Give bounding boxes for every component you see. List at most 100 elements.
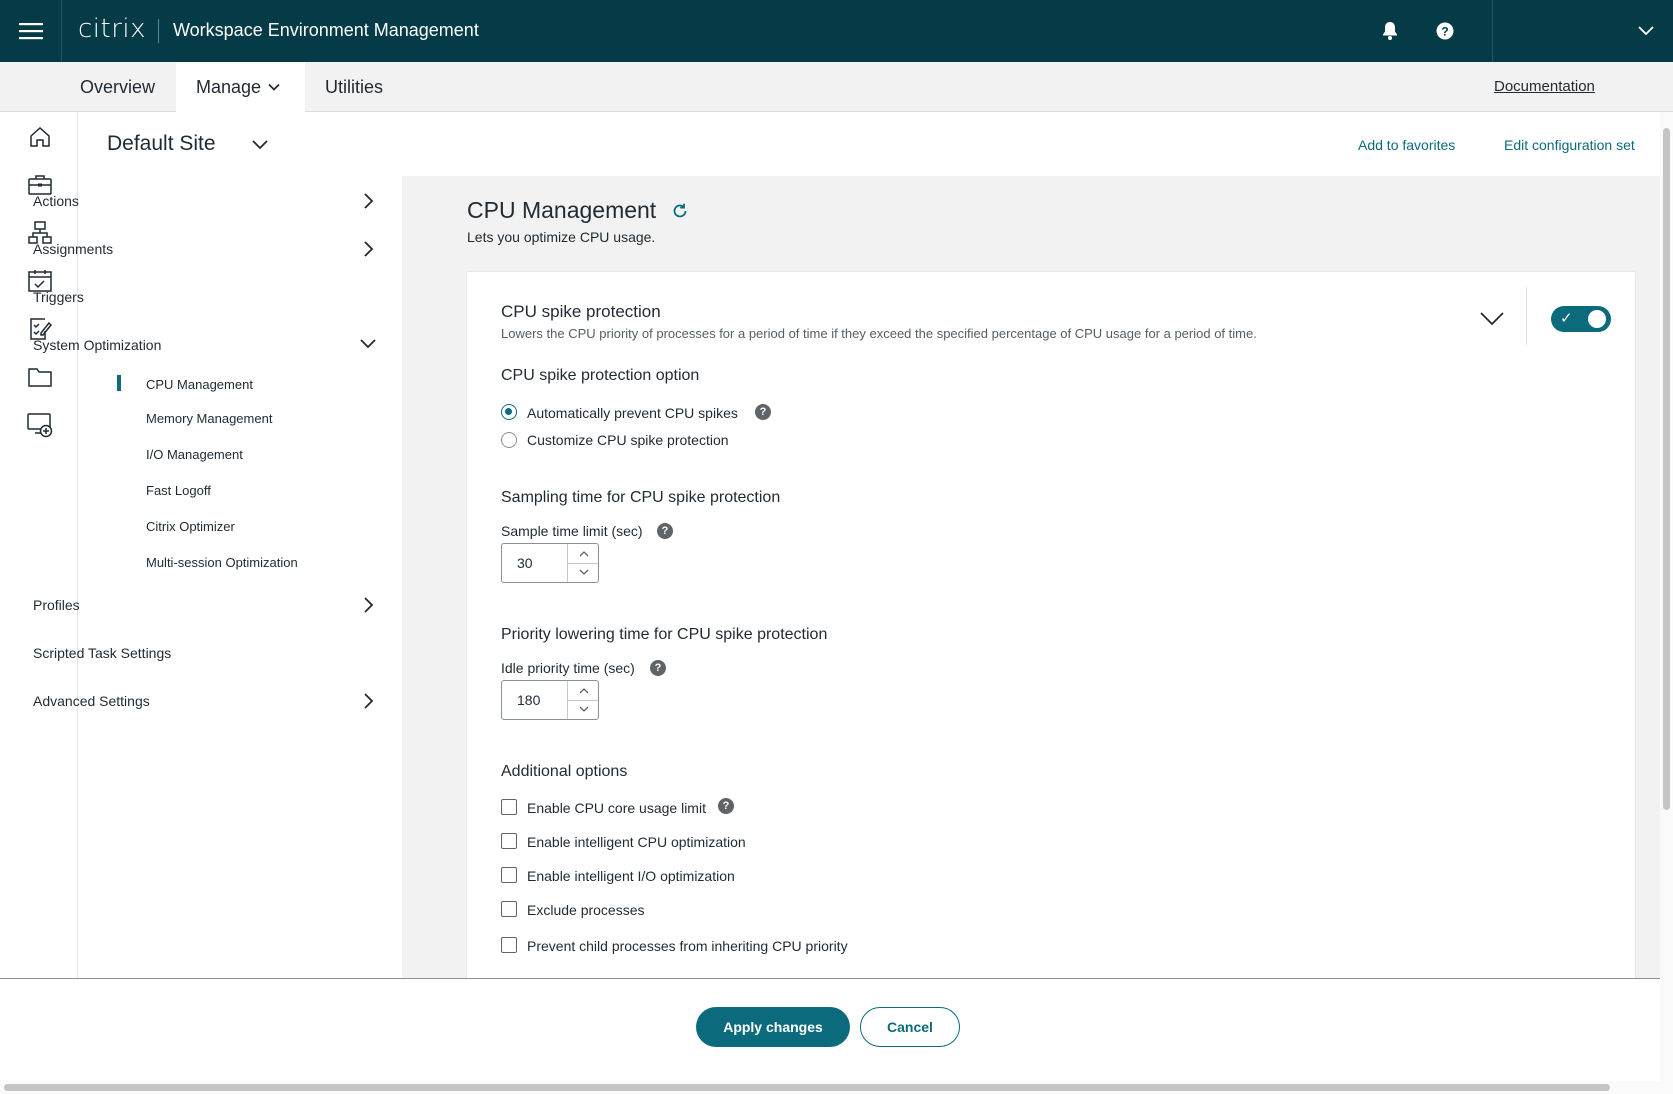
monitor-add-icon (27, 413, 53, 438)
checkbox-label: Enable intelligent I/O optimization (527, 868, 735, 884)
sample-time-input[interactable] (502, 544, 567, 582)
increment-button[interactable] (568, 544, 599, 563)
chevron-down-icon (252, 140, 268, 150)
tab-label: Utilities (325, 77, 384, 97)
sidebar-subitem-fast-logoff[interactable]: Fast Logoff (146, 483, 211, 498)
app-title: Workspace Environment Management (173, 20, 479, 40)
option-heading: CPU spike protection option (501, 367, 700, 384)
rail-add-monitor[interactable] (26, 411, 54, 439)
checkbox-label: Enable intelligent CPU optimization (527, 834, 746, 850)
rail-folder[interactable] (26, 363, 54, 391)
citrix-logo: citrix (78, 14, 147, 44)
card-collapse-button[interactable] (1479, 308, 1505, 330)
svg-text:?: ? (1441, 25, 1448, 39)
radio-customize-label: Customize CPU spike protection (527, 432, 729, 448)
radio-customize[interactable] (501, 432, 517, 448)
add-to-favorites-link[interactable]: Add to favorites (1358, 137, 1455, 153)
brand-divider (158, 19, 159, 43)
chevron-up-icon (579, 551, 588, 557)
checkbox-label: Enable CPU core usage limit (527, 800, 706, 816)
chevron-down-icon (1638, 26, 1654, 36)
apply-changes-button[interactable]: Apply changes (696, 1007, 850, 1047)
priority-heading: Priority lowering time for CPU spike pro… (501, 626, 828, 643)
help-icon[interactable]: ? (650, 660, 666, 676)
scrollbar-thumb[interactable] (1663, 128, 1670, 810)
help-button[interactable]: ? (1434, 20, 1456, 42)
sidebar-item-system-optimization[interactable]: System Optimization (33, 337, 161, 353)
chevron-up-icon (579, 688, 588, 694)
chevron-right-icon[interactable] (358, 239, 378, 259)
notifications-button[interactable] (1379, 20, 1401, 42)
sample-time-stepper (501, 543, 599, 583)
additional-heading: Additional options (501, 763, 628, 780)
checkbox-cpu-core-limit[interactable] (501, 799, 517, 815)
tab-label: Manage (196, 77, 262, 97)
hamburger-icon (18, 23, 43, 40)
sidebar-item-actions[interactable]: Actions (33, 193, 79, 209)
site-selector-button[interactable] (250, 134, 272, 156)
sidebar-item-profiles[interactable]: Profiles (33, 597, 80, 613)
checkbox-label: Exclude processes (527, 902, 645, 918)
idle-priority-input[interactable] (502, 681, 567, 719)
chevron-down-icon (1480, 312, 1504, 326)
help-icon[interactable]: ? (657, 523, 673, 539)
rail-home[interactable] (26, 123, 54, 151)
tab-manage[interactable]: Manage (176, 62, 305, 112)
chevron-right-icon[interactable] (358, 691, 378, 711)
sidebar-item-triggers[interactable]: Triggers (33, 289, 84, 305)
sampling-heading: Sampling time for CPU spike protection (501, 489, 781, 506)
documentation-link[interactable]: Documentation (1494, 78, 1595, 95)
idle-priority-stepper (501, 680, 599, 720)
chevron-right-icon[interactable] (358, 595, 378, 615)
chevron-right-icon[interactable] (358, 191, 378, 211)
sidebar-item-advanced-settings[interactable]: Advanced Settings (33, 693, 150, 709)
sidebar-menu (78, 176, 402, 978)
idle-priority-label: Idle priority time (sec) (501, 660, 635, 676)
radio-auto-prevent[interactable] (501, 404, 517, 420)
page-subtitle: Lets you optimize CPU usage. (467, 229, 656, 245)
increment-button[interactable] (568, 681, 599, 700)
active-indicator (117, 375, 121, 391)
help-icon[interactable]: ? (755, 404, 771, 420)
sidebar-subitem-multi-session-optimization[interactable]: Multi-session Optimization (146, 555, 298, 570)
checkbox-intelligent-cpu[interactable] (501, 833, 517, 849)
chevron-down-icon (268, 83, 280, 91)
tab-label: Overview (80, 77, 156, 97)
vertical-scrollbar[interactable] (1660, 112, 1673, 1094)
tab-utilities[interactable]: Utilities (305, 62, 403, 112)
home-icon (30, 126, 50, 147)
checkbox-intelligent-io[interactable] (501, 867, 517, 883)
sidebar-item-assignments[interactable]: Assignments (33, 241, 113, 257)
chevron-down-icon (579, 706, 588, 712)
checkbox-exclude-processes[interactable] (501, 901, 517, 917)
refresh-button[interactable] (671, 202, 689, 220)
sidebar-subitem-memory-management[interactable]: Memory Management (146, 411, 272, 426)
refresh-icon (673, 203, 687, 218)
folder-icon (28, 368, 52, 387)
user-menu-button[interactable] (1636, 20, 1658, 42)
chevron-down-icon (579, 569, 588, 575)
decrement-button[interactable] (568, 700, 599, 719)
radio-auto-prevent-label: Automatically prevent CPU spikes (527, 405, 738, 421)
nav-bar: Overview Manage Utilities Documentation (0, 62, 1673, 112)
edit-configuration-set-link[interactable]: Edit configuration set (1504, 137, 1635, 153)
check-icon: ✓ (1560, 310, 1573, 327)
card-divider (1526, 287, 1527, 345)
site-title: Default Site (107, 132, 216, 155)
checkbox-prevent-child-inherit[interactable] (501, 937, 517, 953)
card-title: CPU spike protection (501, 302, 661, 321)
sidebar-subitem-cpu-management[interactable]: CPU Management (146, 377, 253, 392)
chevron-down-icon[interactable] (358, 333, 378, 353)
cancel-button[interactable]: Cancel (860, 1007, 960, 1047)
scrollbar-thumb[interactable] (4, 1084, 1610, 1091)
horizontal-scrollbar[interactable] (0, 1081, 1660, 1094)
tab-overview[interactable]: Overview (60, 62, 175, 112)
sidebar-item-scripted-task-settings[interactable]: Scripted Task Settings (33, 645, 171, 661)
hamburger-menu-button[interactable] (0, 0, 62, 62)
help-icon[interactable]: ? (718, 798, 734, 814)
top-divider (1492, 0, 1493, 62)
decrement-button[interactable] (568, 563, 599, 582)
sidebar-subitem-citrix-optimizer[interactable]: Citrix Optimizer (146, 519, 235, 534)
cpu-spike-protection-toggle[interactable]: ✓ (1551, 306, 1611, 332)
sidebar-subitem-io-management[interactable]: I/O Management (146, 447, 243, 462)
